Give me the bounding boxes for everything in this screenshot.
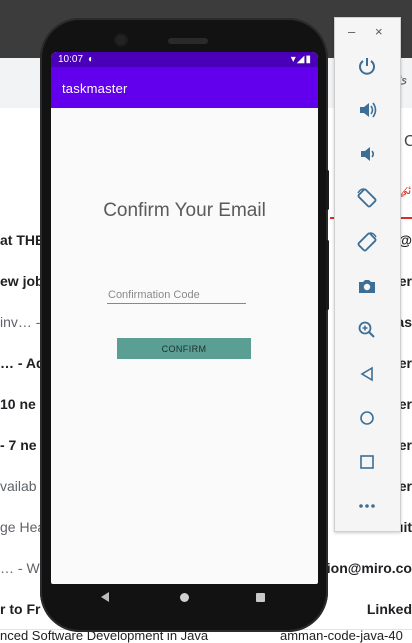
refresh-icon[interactable]: C: [404, 133, 412, 151]
mail-row-sender: vailab: [0, 478, 37, 494]
volume-up-icon[interactable]: [354, 97, 380, 123]
camera-icon[interactable]: [354, 273, 380, 299]
app-title: taskmaster: [62, 81, 128, 96]
phone-power-button: [326, 170, 329, 210]
minimize-button[interactable]: –: [348, 24, 355, 39]
mail-row-subject: Linked: [366, 601, 412, 617]
device-screen: 10:07 ◐ ▾◢▮ taskmaster Confirm Your Emai…: [51, 52, 318, 584]
mail-row-sender: … - Ad: [0, 355, 45, 371]
mail-row-sender: inv… -: [0, 314, 41, 330]
close-button[interactable]: ×: [375, 24, 383, 39]
overview-icon[interactable]: [354, 449, 380, 475]
phone-speaker: [168, 38, 208, 44]
page-title: Confirm Your Email: [103, 200, 266, 221]
zoom-icon[interactable]: [354, 317, 380, 343]
mail-row-sender: at THE: [0, 232, 45, 248]
phone-camera: [116, 35, 126, 45]
mail-row-sender: 10 ne: [0, 396, 36, 412]
app-bar: taskmaster: [51, 67, 318, 108]
home-icon[interactable]: [354, 405, 380, 431]
confirm-button[interactable]: CONFIRM: [117, 338, 251, 359]
power-icon[interactable]: [354, 53, 380, 79]
volume-down-icon[interactable]: [354, 141, 380, 167]
status-icons: ▾◢▮: [290, 54, 312, 65]
nav-back-icon[interactable]: [101, 592, 109, 602]
status-bar: 10:07 ◐ ▾◢▮: [51, 52, 318, 67]
nav-home-icon[interactable]: [180, 593, 189, 602]
system-nav-bar: [51, 584, 318, 616]
phone-volume-button: [326, 240, 329, 310]
notification-icon: ◐: [88, 54, 95, 65]
back-icon[interactable]: [354, 361, 380, 387]
status-time: 10:07: [58, 54, 84, 65]
emulator-toolbar: – ×: [334, 17, 401, 532]
nav-recents-icon[interactable]: [256, 593, 265, 602]
more-icon[interactable]: [354, 493, 380, 519]
rotate-left-icon[interactable]: [354, 185, 380, 211]
rotate-right-icon[interactable]: [354, 229, 380, 255]
mail-row-subject: ation@miro.co: [314, 560, 412, 576]
mail-row-sender: ge Hea: [0, 519, 46, 535]
mail-row-sender: ew job: [0, 273, 44, 289]
mail-row-sender: - 7 ne: [0, 437, 37, 453]
confirmation-code-input[interactable]: [107, 286, 246, 304]
mail-row-sender: r to Fr: [0, 601, 41, 617]
